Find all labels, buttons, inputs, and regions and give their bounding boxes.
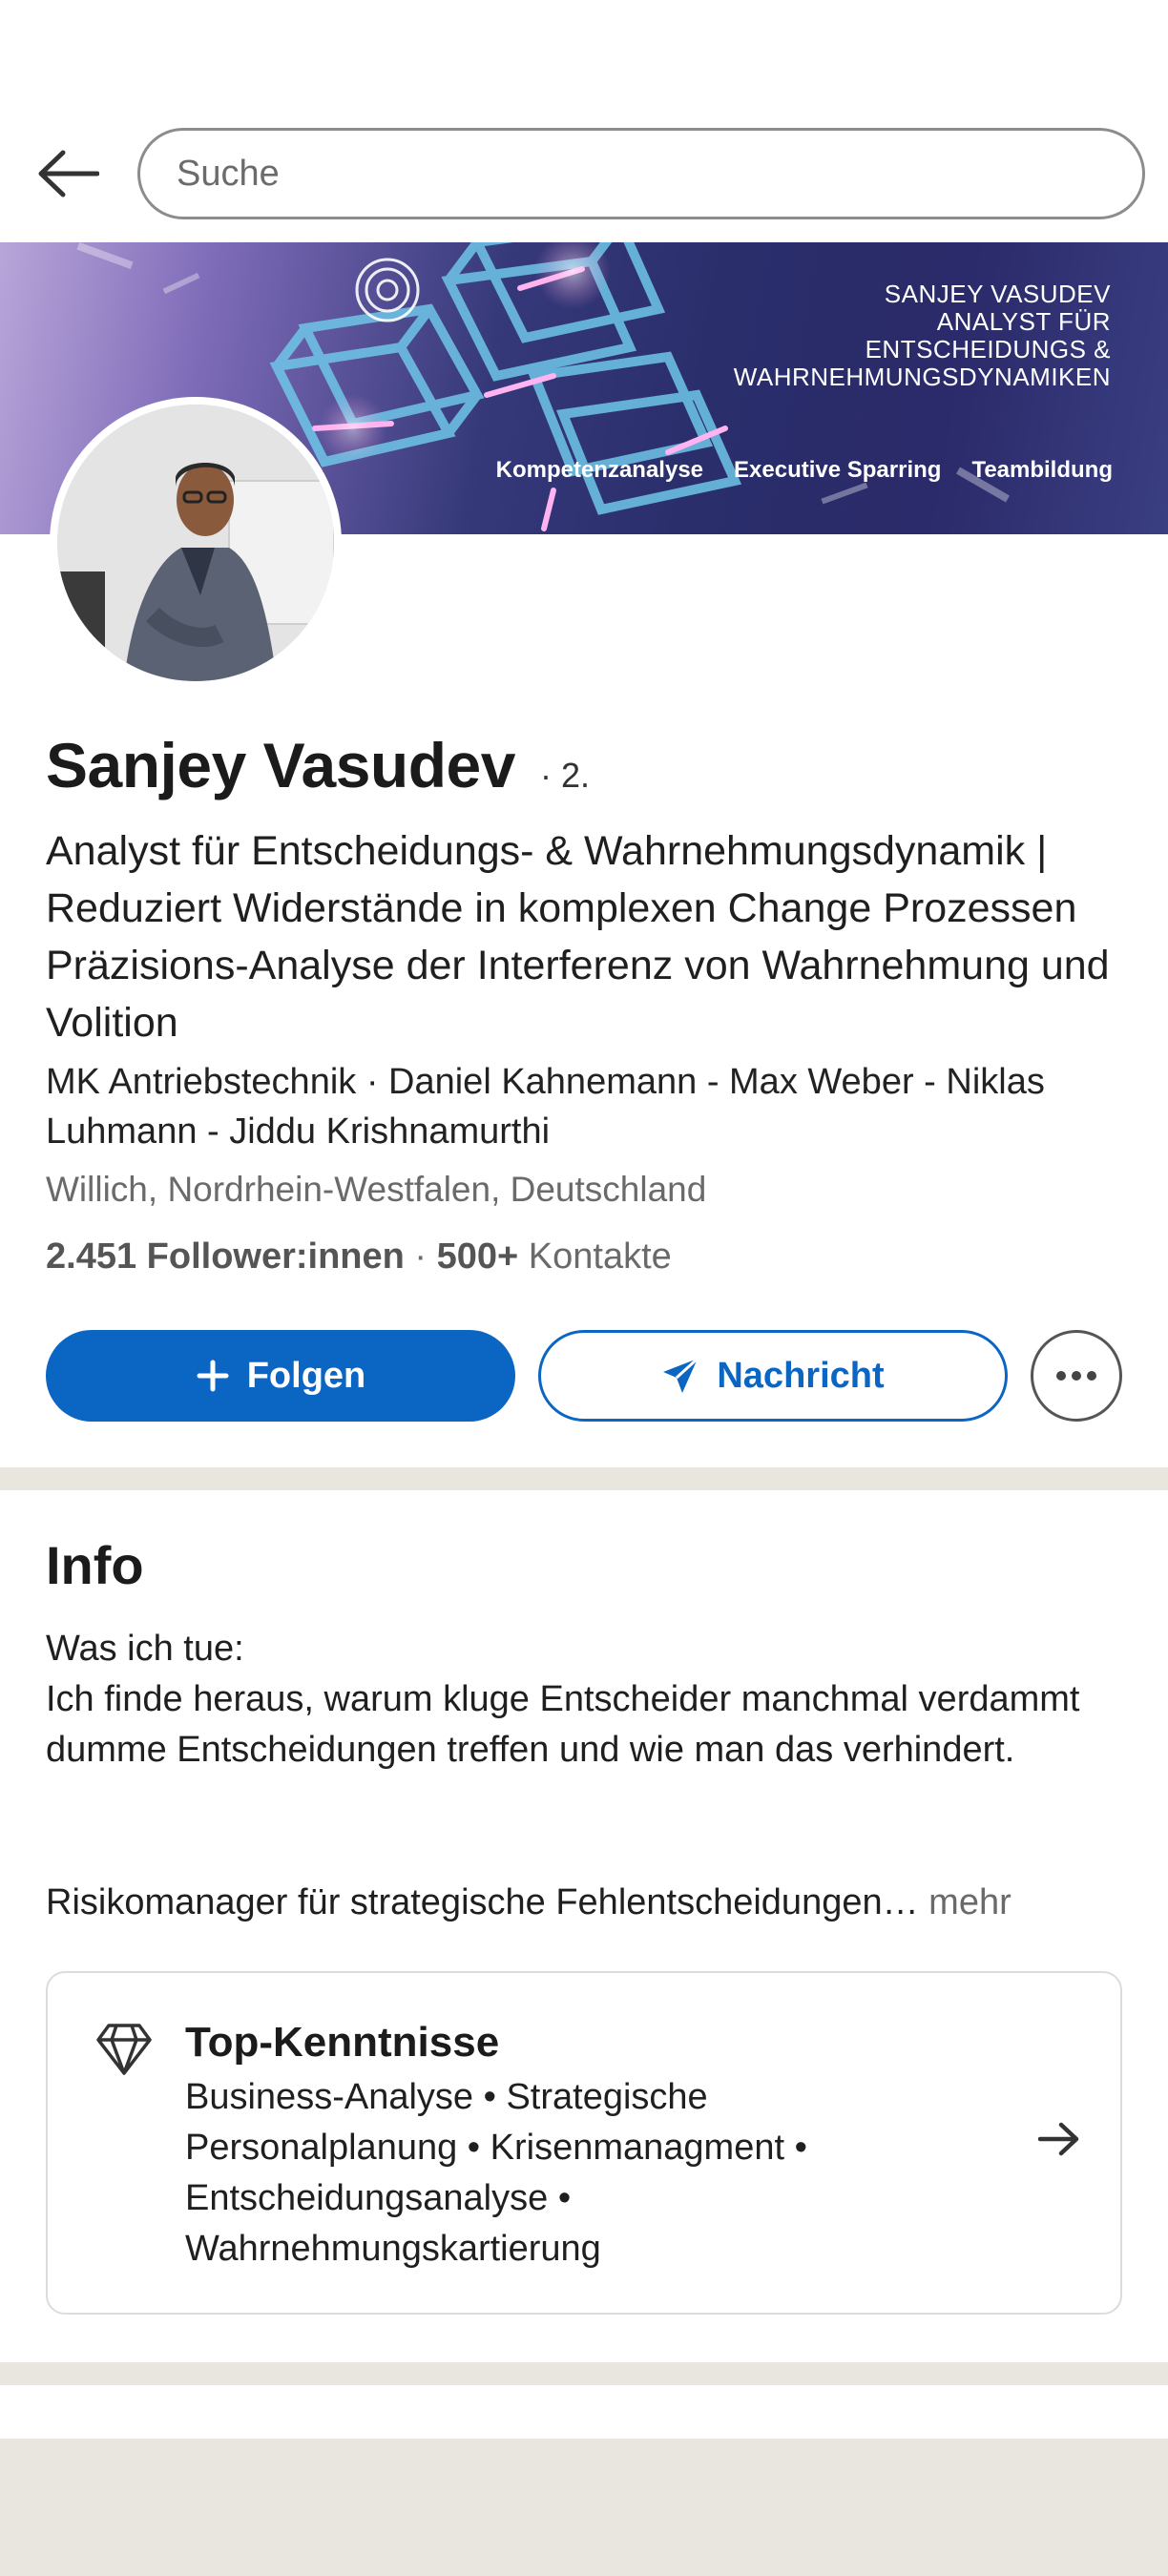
profile-page: SANJEY VASUDEV ANALYST FÜR ENTSCHEIDUNGS…	[0, 0, 1168, 2576]
follow-button[interactable]: Folgen	[46, 1330, 515, 1422]
person-photo-graphic	[57, 405, 334, 681]
banner-tags: Kompetenzanalyse Executive Sparring Team…	[496, 457, 1113, 484]
connection-degree: · 2.	[539, 756, 590, 795]
info-last-line: Risikomanager für strategische Fehlentsc…	[46, 1882, 1012, 1922]
search-input[interactable]	[137, 128, 1145, 219]
profile-name: Sanjey Vasudev	[46, 730, 515, 800]
top-skills-card[interactable]: Top-Kenntnisse Business-Analyse • Strate…	[46, 1971, 1122, 2315]
banner-tag: Executive Sparring	[734, 457, 942, 483]
back-button[interactable]	[34, 143, 101, 204]
avatar-photo	[57, 405, 334, 681]
section-divider	[0, 1467, 1168, 1490]
avatar[interactable]	[50, 397, 342, 689]
top-bar	[0, 0, 1168, 242]
footer-area	[0, 2439, 1168, 2576]
banner-tag: Kompetenzanalyse	[495, 457, 704, 483]
info-title: Info	[46, 1535, 144, 1595]
name-row: Sanjey Vasudev · 2.	[46, 729, 590, 801]
diamond-icon	[96, 2024, 152, 2075]
message-button[interactable]: Nachricht	[538, 1330, 1008, 1422]
back-arrow-icon	[38, 150, 99, 197]
profile-headline: Analyst für Entscheidungs- & Wahrnehmung…	[46, 828, 1110, 1046]
arrow-right-icon	[1038, 2122, 1079, 2156]
profile-location: Willich, Nordrhein-Westfalen, Deutschlan…	[46, 1170, 707, 1209]
profile-company[interactable]: MK Antriebstechnik · Daniel Kahnemann - …	[46, 1057, 1115, 1156]
followers-count[interactable]: 2.451 Follower:innen	[46, 1236, 405, 1277]
more-options-button[interactable]	[1031, 1330, 1122, 1422]
banner-tag: Teambildung	[971, 457, 1113, 483]
connections-count[interactable]: 500+	[437, 1236, 519, 1277]
skills-list: Business-Analyse • Strategische Personal…	[185, 2077, 807, 2269]
ellipsis-icon	[1056, 1371, 1096, 1381]
profile-stats: 2.451 Follower:innen · 500+ Kontakte	[46, 1236, 672, 1277]
connections-label: Kontakte	[518, 1236, 672, 1277]
info-body: Was ich tue: Ich finde heraus, warum klu…	[46, 1629, 1080, 1770]
plus-icon	[197, 1360, 229, 1392]
skills-title: Top-Kenntnisse	[185, 2019, 500, 2066]
section-divider	[0, 2362, 1168, 2385]
send-icon	[663, 1357, 699, 1393]
banner-title: SANJEY VASUDEV ANALYST FÜR ENTSCHEIDUNGS…	[733, 280, 1111, 391]
more-link[interactable]: mehr	[919, 1882, 1012, 1922]
